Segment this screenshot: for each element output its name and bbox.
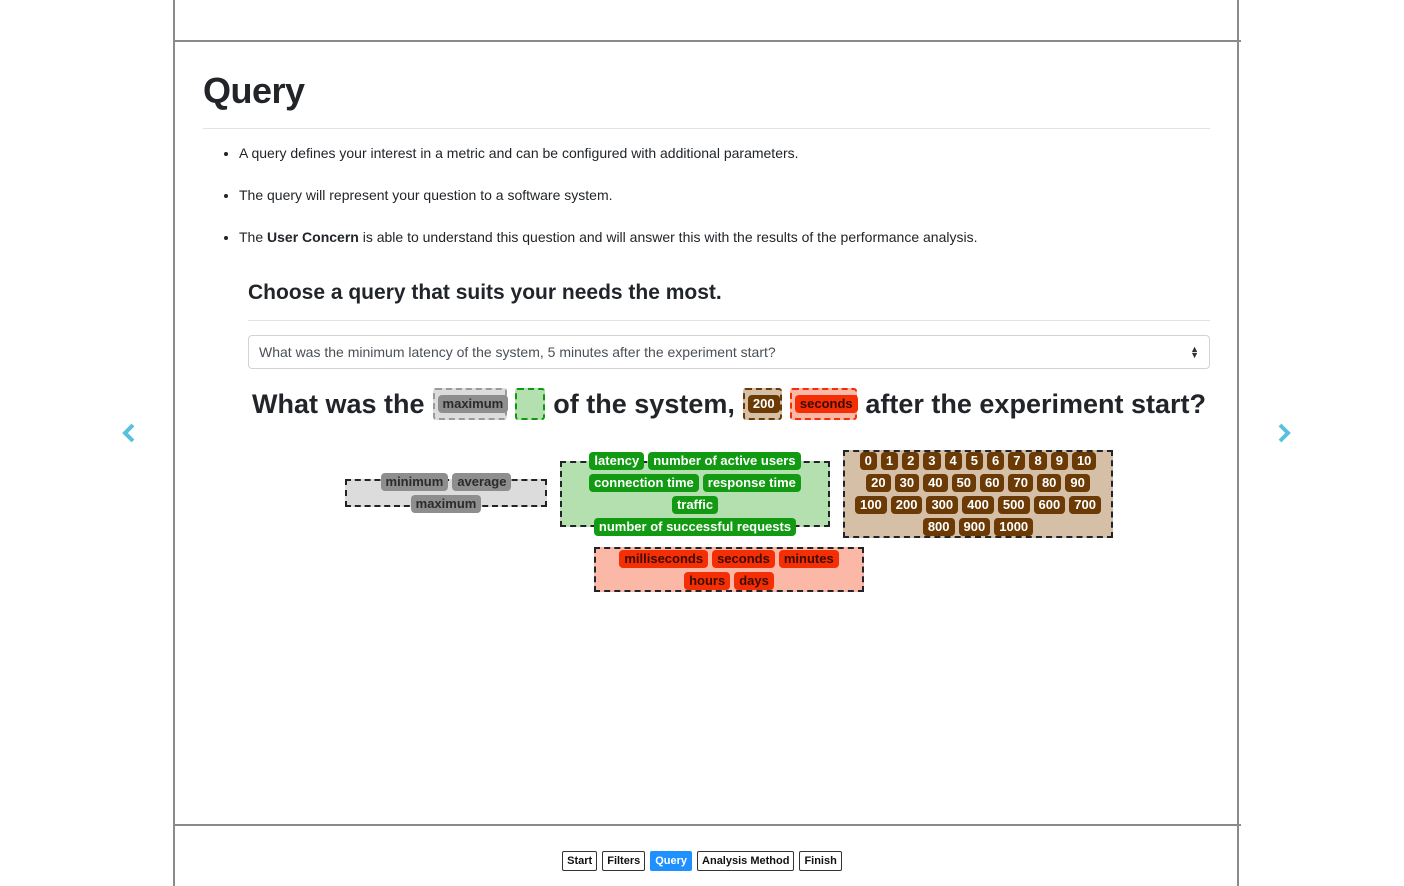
number-option[interactable]: 40 bbox=[923, 474, 948, 492]
unit-option[interactable]: hours bbox=[684, 571, 731, 590]
number-option[interactable]: 80 bbox=[1036, 474, 1062, 492]
sentence-text: after the experiment start? bbox=[865, 388, 1206, 419]
metric-option[interactable]: response time bbox=[702, 474, 801, 492]
query-sentence: What was the maximum of the system, 200 … bbox=[248, 388, 1210, 420]
bottom-divider bbox=[173, 824, 1241, 826]
step-finish-button[interactable]: Finish bbox=[799, 851, 842, 871]
choose-query-heading: Choose a query that suits your needs the… bbox=[248, 281, 722, 304]
wizard-steps: Start Filters Query Analysis Method Fini… bbox=[0, 851, 1404, 871]
unit-pool: milliseconds seconds minutes hours days bbox=[594, 547, 864, 592]
aggregate-chip[interactable]: maximum bbox=[437, 395, 509, 413]
intro-item: A query defines your interest in a metri… bbox=[239, 143, 1199, 163]
number-option[interactable]: 10 bbox=[1071, 452, 1097, 470]
aggregate-option[interactable]: average bbox=[452, 473, 512, 491]
unit-option[interactable]: minutes bbox=[778, 549, 839, 568]
top-divider bbox=[173, 40, 1241, 42]
number-option[interactable]: 800 bbox=[922, 518, 955, 536]
unit-option[interactable]: days bbox=[734, 571, 774, 590]
metric-option[interactable]: number of active users bbox=[648, 452, 801, 470]
number-option[interactable]: 90 bbox=[1065, 474, 1090, 492]
aggregate-drop-slot[interactable]: maximum bbox=[432, 388, 509, 420]
number-option[interactable]: 50 bbox=[951, 474, 976, 492]
unit-chip[interactable]: seconds bbox=[794, 395, 858, 413]
number-option[interactable]: 5 bbox=[965, 452, 983, 470]
step-filters-button[interactable]: Filters bbox=[602, 851, 646, 871]
number-option[interactable]: 20 bbox=[866, 474, 891, 492]
number-option[interactable]: 500 bbox=[997, 496, 1030, 514]
metric-option[interactable]: number of successful requests bbox=[593, 518, 797, 536]
number-pool: 0 1 2 3 4 5 6 7 8 9 10 20 30 40 50 60 70 80 90 100 200 300 400… bbox=[843, 450, 1113, 538]
aggregate-pool: minimum average maximum bbox=[345, 473, 547, 513]
step-start-button[interactable]: Start bbox=[562, 851, 598, 871]
intro-text: A query defines your interest in a metri… bbox=[239, 145, 799, 161]
number-option[interactable]: 6 bbox=[987, 452, 1005, 470]
number-option[interactable]: 1 bbox=[880, 452, 899, 470]
number-option[interactable]: 3 bbox=[923, 452, 941, 470]
number-option[interactable]: 400 bbox=[962, 496, 994, 514]
sort-caret-icon: ▲ ▼ bbox=[1190, 344, 1199, 360]
page-title: Query bbox=[203, 70, 305, 111]
step-query-button[interactable]: Query bbox=[650, 851, 693, 871]
metric-option[interactable]: latency bbox=[589, 452, 645, 470]
next-slide-button[interactable] bbox=[1272, 420, 1296, 446]
unit-option[interactable]: seconds bbox=[712, 549, 775, 568]
number-drop-slot[interactable]: 200 bbox=[742, 388, 782, 420]
number-option[interactable]: 30 bbox=[894, 474, 920, 492]
chevron-right-icon bbox=[1278, 423, 1291, 443]
prev-slide-button[interactable] bbox=[117, 420, 141, 446]
title-divider bbox=[203, 128, 1210, 129]
intro-text: The query will represent your question t… bbox=[239, 187, 613, 203]
number-option[interactable]: 7 bbox=[1008, 452, 1026, 470]
step-analysis-method-button[interactable]: Analysis Method bbox=[697, 851, 795, 871]
intro-list: A query defines your interest in a metri… bbox=[203, 143, 1199, 269]
user-concern-term: User Concern bbox=[267, 229, 359, 245]
sentence-text: What was the bbox=[252, 388, 425, 419]
unit-drop-slot[interactable]: seconds bbox=[789, 388, 858, 420]
query-select-value: What was the minimum latency of the syst… bbox=[259, 344, 776, 360]
number-option[interactable]: 1000 bbox=[994, 518, 1034, 536]
sentence-text: of the system, bbox=[553, 388, 735, 419]
intro-item: The User Concern is able to understand t… bbox=[239, 227, 1199, 247]
intro-text: The bbox=[239, 229, 268, 245]
aggregate-option[interactable]: maximum bbox=[410, 495, 482, 513]
unit-option[interactable]: milliseconds bbox=[619, 549, 709, 568]
number-option[interactable]: 300 bbox=[926, 496, 959, 514]
query-select[interactable]: What was the minimum latency of the syst… bbox=[248, 335, 1210, 369]
number-option[interactable]: 600 bbox=[1033, 496, 1066, 514]
number-option[interactable]: 100 bbox=[855, 496, 887, 514]
metric-drop-slot[interactable] bbox=[515, 388, 546, 420]
number-chip[interactable]: 200 bbox=[747, 395, 780, 413]
number-option[interactable]: 700 bbox=[1069, 496, 1101, 514]
number-option[interactable]: 0 bbox=[859, 452, 877, 470]
chevron-left-icon bbox=[122, 423, 135, 443]
number-option[interactable]: 2 bbox=[902, 452, 920, 470]
intro-item: The query will represent your question t… bbox=[239, 185, 1199, 205]
number-option[interactable]: 900 bbox=[958, 518, 991, 536]
number-option[interactable]: 60 bbox=[980, 474, 1005, 492]
aggregate-option[interactable]: minimum bbox=[380, 473, 449, 491]
number-option[interactable]: 200 bbox=[890, 496, 923, 514]
number-option[interactable]: 8 bbox=[1029, 452, 1047, 470]
metric-option[interactable]: traffic bbox=[671, 496, 719, 514]
metric-option[interactable]: connection time bbox=[589, 474, 699, 492]
number-option[interactable]: 70 bbox=[1008, 474, 1033, 492]
number-option[interactable]: 4 bbox=[944, 452, 962, 470]
content-frame bbox=[173, 0, 1239, 886]
metric-pool: latency number of active users connectio… bbox=[560, 452, 830, 536]
intro-text: is able to understand this question and … bbox=[358, 229, 978, 245]
heading-divider bbox=[248, 320, 1210, 321]
number-option[interactable]: 9 bbox=[1050, 452, 1068, 470]
